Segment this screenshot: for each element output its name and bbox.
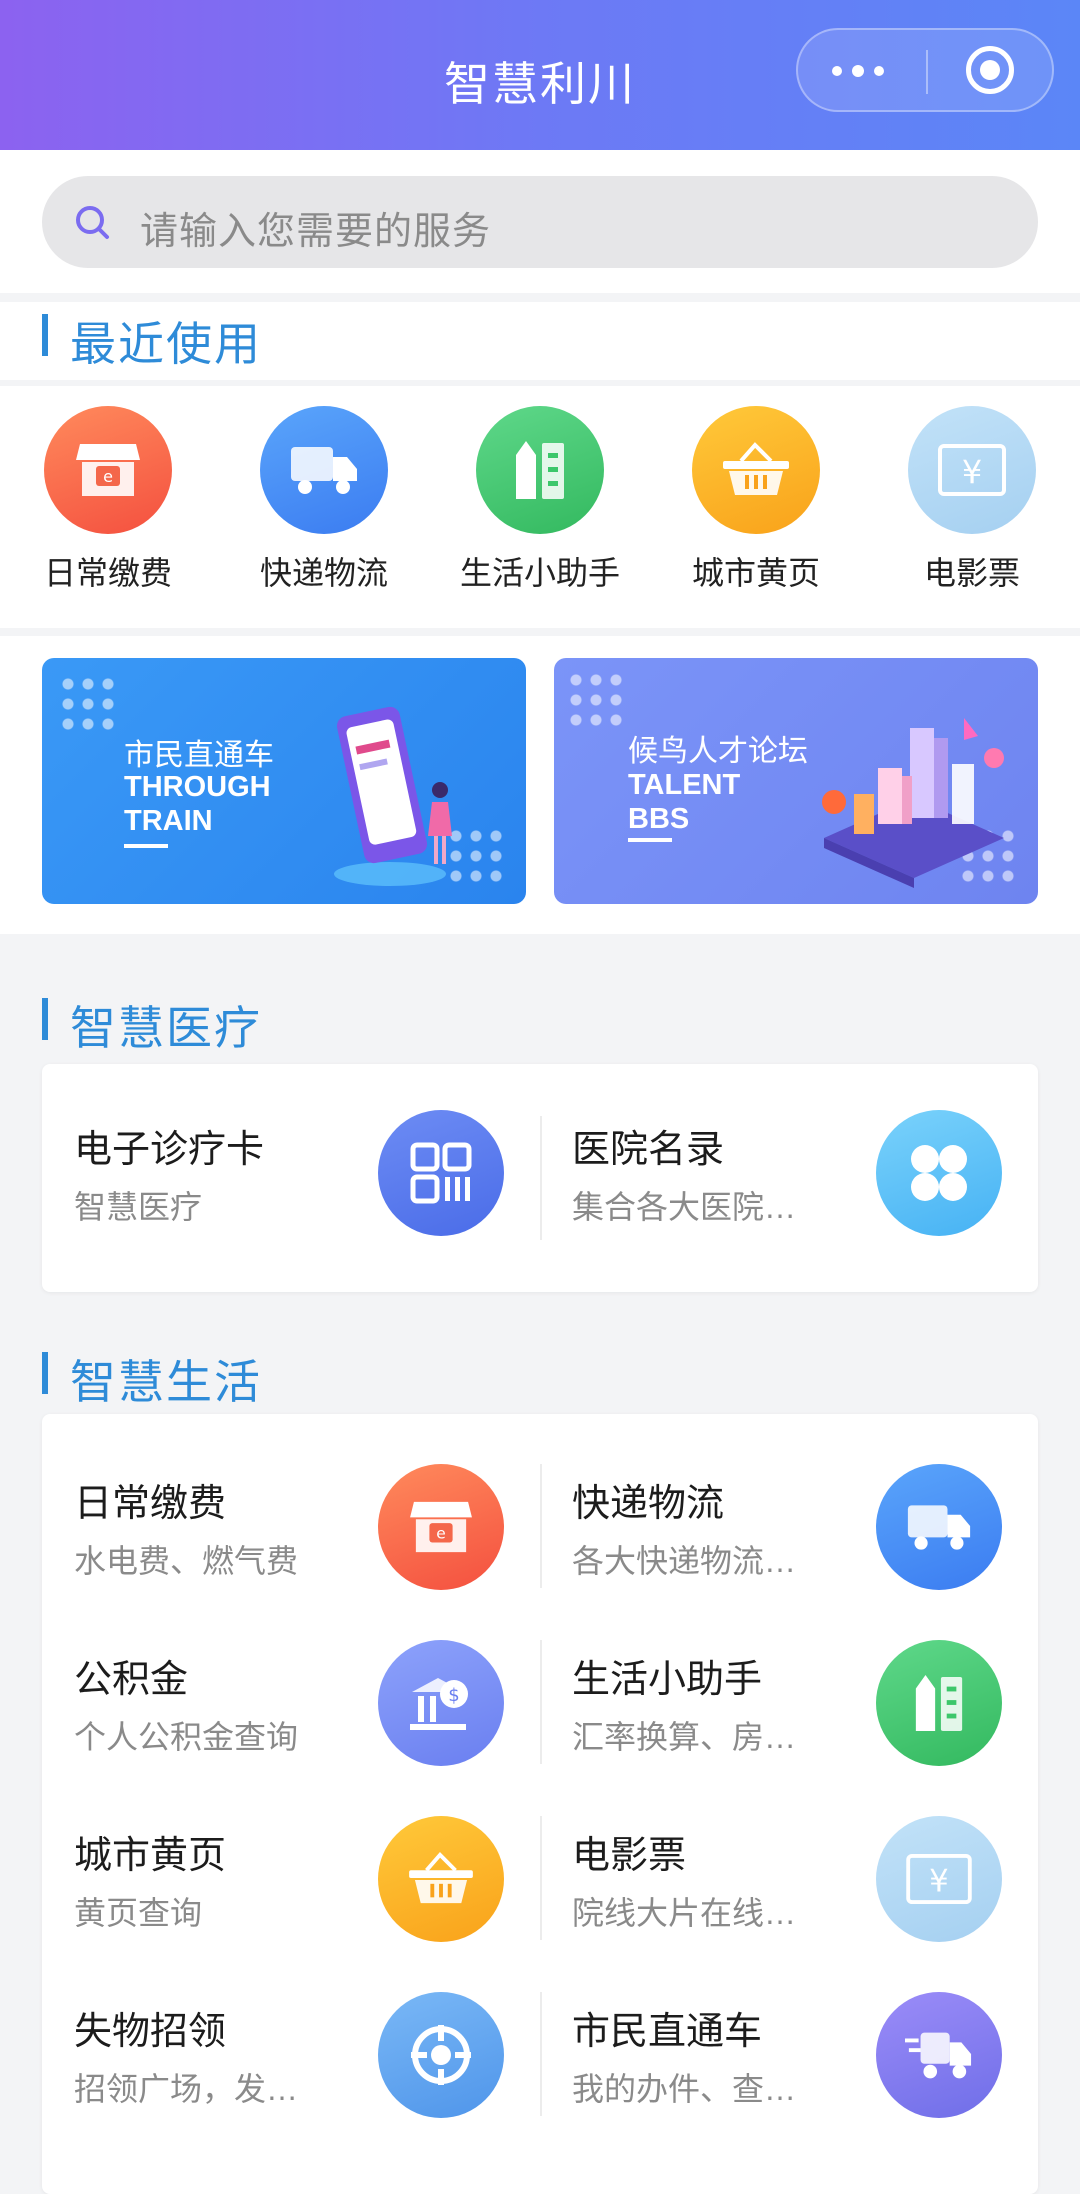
recent-item-bill[interactable]: e 日常缴费: [8, 406, 208, 594]
medical-section: 智慧医疗 电子诊疗卡 智慧医疗 医院名录 集合各大医院…: [0, 944, 1080, 1314]
truck-icon: [876, 1464, 1002, 1590]
fund-icon: $: [378, 1640, 504, 1766]
life-card: 日常缴费 水电费、燃气费 e 快递物流 各大快递物流… 公积金 个人公积金查询 …: [42, 1414, 1038, 2194]
search-input[interactable]: 请输入您需要的服务: [42, 176, 1038, 268]
column-divider: [540, 1992, 542, 2116]
recent-title: 最近使用: [42, 308, 262, 374]
svg-text:¥: ¥: [929, 1864, 949, 1900]
life-item-fund[interactable]: 公积金 个人公积金查询 $: [42, 1620, 540, 1790]
item-title: 公积金: [74, 1659, 189, 1701]
ticket-icon: ¥: [908, 406, 1036, 534]
city-illustration: [822, 718, 1004, 888]
clover-icon: [876, 1110, 1002, 1236]
item-subtitle: 智慧医疗: [74, 1189, 203, 1225]
miniprogram-capsule: [796, 28, 1054, 112]
calculator-icon: [476, 406, 604, 534]
life-item-express[interactable]: 快递物流 各大快递物流…: [540, 1444, 1038, 1614]
phone-illustration: [334, 706, 452, 886]
item-subtitle: 黄页查询: [74, 1895, 203, 1931]
banner-talent-bbs[interactable]: 候鸟人才论坛 TALENT BBS: [554, 658, 1038, 904]
title-bar: 智慧利川: [0, 0, 1080, 150]
svg-text:e: e: [103, 467, 113, 486]
banner-en-title: THROUGH TRAIN: [124, 771, 271, 837]
capsule-divider: [926, 50, 928, 94]
column-divider: [540, 1640, 542, 1764]
item-title: 城市黄页: [74, 1835, 227, 1877]
item-subtitle: 招领广场，发…: [74, 2071, 299, 2107]
recent-item-label: 电影票: [923, 555, 1020, 591]
banner-through-train[interactable]: 市民直通车 THROUGH TRAIN: [42, 658, 526, 904]
dots-decoration: [566, 670, 626, 730]
recent-item-express[interactable]: 快递物流: [224, 406, 424, 594]
shop-icon: e: [378, 1464, 504, 1590]
item-title: 电子诊疗卡: [74, 1129, 265, 1171]
recent-item-label: 城市黄页: [691, 555, 820, 591]
medical-card: 电子诊疗卡 智慧医疗 医院名录 集合各大医院…: [42, 1064, 1038, 1292]
basket-icon: [692, 406, 820, 534]
close-target-icon[interactable]: [966, 46, 1014, 94]
recent-header: 最近使用: [0, 302, 1080, 380]
item-title: 医院名录: [572, 1129, 725, 1171]
item-subtitle: 集合各大医院…: [572, 1189, 797, 1225]
recent-section: e 日常缴费 快递物流 生活小助手 城市黄页 ¥ 电影票: [0, 386, 1080, 628]
recent-item-assistant[interactable]: 生活小助手: [440, 406, 640, 594]
item-title: 市民直通车: [572, 2011, 763, 2053]
item-title: 日常缴费: [74, 1483, 227, 1525]
qrcode-icon: [378, 1110, 504, 1236]
item-title: 生活小助手: [572, 1659, 763, 1701]
dots-decoration: [58, 674, 118, 734]
column-divider: [540, 1816, 542, 1940]
banner-section: 市民直通车 THROUGH TRAIN 候鸟人才论坛 TALENT BBS: [0, 636, 1080, 934]
crosshair-icon: [378, 1992, 504, 2118]
item-subtitle: 水电费、燃气费: [74, 1543, 299, 1579]
life-item-through-train[interactable]: 市民直通车 我的办件、查…: [540, 1972, 1038, 2142]
ticket-icon: ¥: [876, 1816, 1002, 1942]
search-icon: [76, 206, 109, 239]
column-divider: [540, 1464, 542, 1588]
life-item-bill[interactable]: 日常缴费 水电费、燃气费 e: [42, 1444, 540, 1614]
recent-item-movie[interactable]: ¥ 电影票: [872, 406, 1072, 594]
item-subtitle: 汇率换算、房…: [572, 1719, 797, 1755]
fast-truck-icon: [876, 1992, 1002, 2118]
life-item-assistant[interactable]: 生活小助手 汇率换算、房…: [540, 1620, 1038, 1790]
banner-underline: [628, 838, 672, 842]
recent-item-label: 日常缴费: [43, 555, 172, 591]
life-title: 智慧生活: [42, 1346, 262, 1412]
banner-cn-title: 市民直通车: [124, 739, 274, 772]
item-subtitle: 院线大片在线…: [572, 1895, 797, 1931]
medical-item-e-card[interactable]: 电子诊疗卡 智慧医疗: [42, 1090, 540, 1260]
search-area: 请输入您需要的服务: [0, 150, 1080, 293]
svg-text:¥: ¥: [962, 453, 982, 491]
recent-item-label: 快递物流: [259, 555, 388, 591]
banner-underline: [124, 844, 168, 848]
item-title: 电影票: [572, 1835, 687, 1877]
medical-title: 智慧医疗: [42, 992, 262, 1058]
life-item-movie[interactable]: 电影票 院线大片在线… ¥: [540, 1796, 1038, 1966]
more-icon[interactable]: [828, 30, 898, 110]
basket-icon: [378, 1816, 504, 1942]
recent-item-label: 生活小助手: [459, 555, 620, 591]
truck-icon: [260, 406, 388, 534]
svg-text:$: $: [448, 1685, 459, 1706]
banner-en-title: TALENT BBS: [628, 769, 741, 835]
item-subtitle: 我的办件、查…: [572, 2071, 797, 2107]
svg-text:e: e: [436, 1525, 446, 1543]
life-item-yellow-pages[interactable]: 城市黄页 黄页查询: [42, 1796, 540, 1966]
item-title: 快递物流: [572, 1483, 725, 1525]
banner-cn-title: 候鸟人才论坛: [628, 735, 808, 768]
shop-icon: e: [44, 406, 172, 534]
item-subtitle: 各大快递物流…: [572, 1543, 797, 1579]
calculator-icon: [876, 1640, 1002, 1766]
item-subtitle: 个人公积金查询: [74, 1719, 299, 1755]
item-title: 失物招领: [74, 2011, 227, 2053]
recent-item-yellow-pages[interactable]: 城市黄页: [656, 406, 856, 594]
life-item-lost-found[interactable]: 失物招领 招领广场，发…: [42, 1972, 540, 2142]
life-section: 智慧生活 日常缴费 水电费、燃气费 e 快递物流 各大快递物流… 公积金 个人公…: [0, 1314, 1080, 2194]
medical-item-hospitals[interactable]: 医院名录 集合各大医院…: [540, 1090, 1038, 1260]
search-placeholder: 请输入您需要的服务: [140, 211, 492, 253]
